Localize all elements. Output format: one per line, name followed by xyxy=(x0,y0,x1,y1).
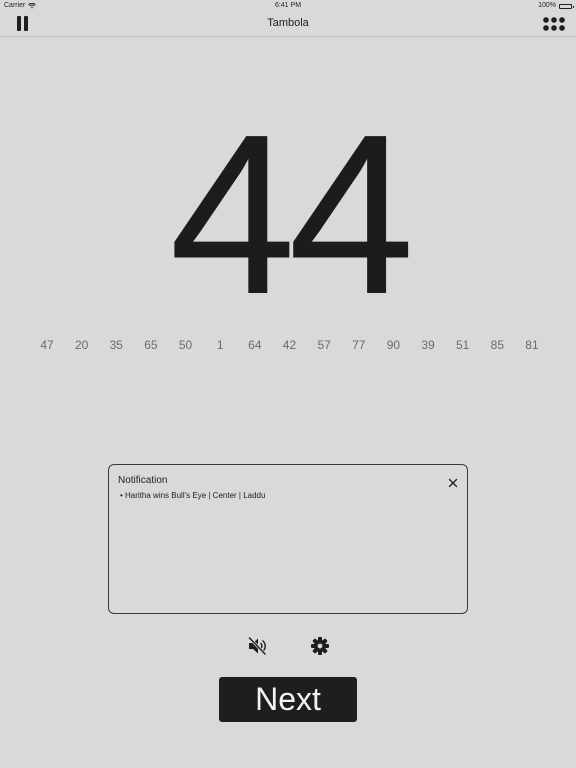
status-bar: Carrier 6:41 PM 100% xyxy=(0,0,576,12)
history-number: 20 xyxy=(74,338,89,352)
close-icon xyxy=(448,478,458,488)
mute-button[interactable] xyxy=(246,635,268,657)
history-number: 50 xyxy=(178,338,193,352)
notification-item: Haritha wins Bull's Eye | Center | Laddu xyxy=(120,491,265,500)
history-number: 51 xyxy=(456,338,470,352)
history-number: 39 xyxy=(421,338,435,352)
controls xyxy=(0,635,576,657)
history-number: 77 xyxy=(352,338,366,352)
nav-bar: Tambola xyxy=(0,12,576,37)
battery-percent: 100% xyxy=(538,2,556,9)
history-number: 85 xyxy=(490,338,504,352)
history-number: 35 xyxy=(109,338,123,352)
history-number: 90 xyxy=(386,338,401,352)
current-number: 44 xyxy=(169,88,415,342)
history-number: 65 xyxy=(144,338,158,352)
battery-icon xyxy=(559,3,574,9)
notification-list: Haritha wins Bull's Eye | Center | Laddu xyxy=(120,491,265,500)
notification-panel: Notification Haritha wins Bull's Eye | C… xyxy=(108,464,468,614)
history-number: 47 xyxy=(40,338,54,352)
grid-menu-icon xyxy=(543,17,565,31)
status-right: 100% xyxy=(538,0,574,12)
speaker-muted-icon xyxy=(247,636,267,656)
close-notification-button[interactable] xyxy=(448,475,458,488)
next-button[interactable]: Next xyxy=(219,677,357,722)
history-number: 1 xyxy=(216,338,224,352)
status-time: 6:41 PM xyxy=(274,2,302,9)
settings-button[interactable] xyxy=(309,635,331,657)
history-number: 81 xyxy=(525,338,539,352)
called-numbers-history: 47 20 35 65 50 1 64 42 57 77 90 39 51 85 81 xyxy=(37,338,542,354)
gear-icon xyxy=(311,637,329,655)
history-number: 42 xyxy=(282,338,297,352)
history-number: 64 xyxy=(248,338,262,352)
page-title: Tambola xyxy=(267,17,309,29)
history-number: 57 xyxy=(317,338,331,352)
menu-button[interactable] xyxy=(542,16,566,32)
notification-title: Notification xyxy=(118,475,168,486)
